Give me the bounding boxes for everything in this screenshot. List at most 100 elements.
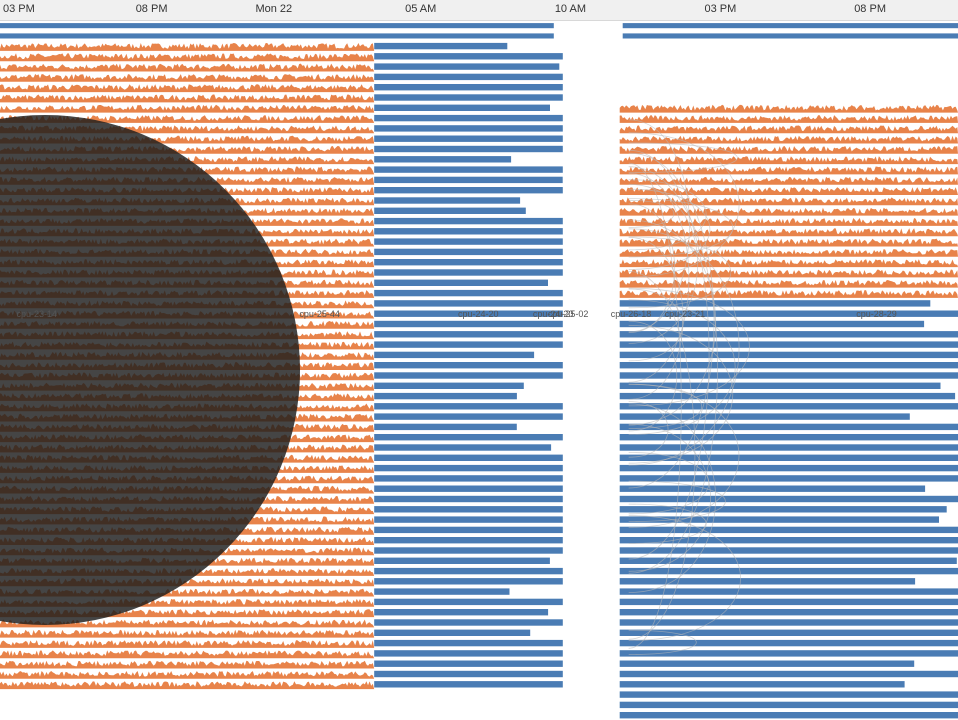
- cpu-annotation: cpu-25-44: [299, 309, 340, 319]
- idle-segment: [374, 413, 563, 420]
- idle-segment: [374, 382, 524, 389]
- time-axis: 03 PM 08 PM Mon 22 05 AM 10 AM 03 PM 08 PM: [0, 0, 958, 21]
- host-row[interactable]: [0, 104, 958, 113]
- idle-segment: [374, 228, 563, 235]
- idle-segment: [374, 125, 563, 132]
- idle-segment: [374, 516, 563, 523]
- host-row[interactable]: [0, 609, 958, 618]
- idle-segment: [619, 691, 958, 698]
- idle-segment: [619, 464, 958, 472]
- idle-segment: [374, 320, 563, 328]
- idle-segment: [374, 197, 521, 204]
- idle-segment: [619, 537, 958, 544]
- idle-segment: [374, 619, 563, 626]
- busy-segment: [0, 629, 375, 638]
- busy-segment: [619, 166, 958, 175]
- idle-segment: [374, 341, 563, 348]
- host-row[interactable]: [619, 712, 958, 719]
- host-row[interactable]: [0, 125, 958, 134]
- busy-segment: [0, 681, 375, 690]
- idle-segment: [374, 434, 563, 441]
- idle-segment: [619, 701, 958, 709]
- host-row[interactable]: [0, 42, 508, 51]
- idle-segment: [374, 279, 548, 286]
- idle-segment: [374, 464, 563, 472]
- idle-segment: [374, 207, 526, 214]
- idle-segment: [374, 598, 563, 606]
- cpu-annotation: cpu-24-20: [458, 309, 499, 319]
- busy-segment: [619, 104, 958, 113]
- idle-segment: [619, 516, 939, 523]
- host-row[interactable]: [0, 53, 563, 62]
- idle-segment: [374, 248, 563, 256]
- host-row[interactable]: [0, 33, 958, 39]
- host-row[interactable]: [0, 650, 958, 659]
- idle-segment: [374, 588, 510, 595]
- idle-segment: [619, 413, 910, 420]
- x-tick-label: 03 PM: [704, 3, 737, 15]
- busy-segment: [619, 146, 958, 154]
- host-row[interactable]: [0, 73, 563, 82]
- host-row[interactable]: [0, 94, 563, 103]
- idle-segment: [619, 609, 958, 616]
- idle-segment: [374, 423, 517, 431]
- idle-segment: [619, 362, 958, 369]
- idle-segment: [374, 495, 563, 503]
- busy-segment: [619, 228, 958, 237]
- idle-segment: [374, 578, 563, 585]
- idle-segment: [374, 526, 563, 534]
- busy-segment: [0, 104, 375, 113]
- host-row[interactable]: [0, 670, 958, 679]
- busy-segment: [0, 640, 375, 648]
- idle-segment: [374, 84, 563, 91]
- idle-segment: [374, 372, 563, 379]
- x-tick-label: 08 PM: [135, 3, 168, 15]
- host-row[interactable]: [0, 23, 958, 29]
- idle-segment: [374, 53, 563, 60]
- host-row[interactable]: [0, 629, 958, 638]
- idle-segment: [374, 289, 563, 297]
- host-row[interactable]: [0, 84, 563, 93]
- idle-segment: [622, 33, 958, 39]
- idle-segment: [374, 73, 563, 81]
- idle-segment: [619, 681, 905, 688]
- host-row[interactable]: [619, 691, 958, 698]
- idle-segment: [374, 217, 563, 225]
- idle-segment: [0, 33, 554, 39]
- host-row[interactable]: [0, 114, 958, 123]
- idle-segment: [374, 94, 563, 101]
- idle-segment: [374, 557, 550, 564]
- idle-segment: [374, 166, 563, 173]
- idle-segment: [374, 650, 563, 657]
- host-row[interactable]: [0, 639, 958, 648]
- idle-segment: [619, 712, 958, 719]
- cpu-annotation: cpu-26-18: [611, 309, 652, 319]
- idle-segment: [619, 639, 958, 647]
- idle-segment: [619, 567, 958, 575]
- idle-segment: [619, 506, 947, 513]
- host-row[interactable]: [0, 619, 958, 628]
- idle-segment: [374, 156, 512, 163]
- busy-segment: [0, 660, 375, 669]
- idle-segment: [374, 114, 563, 122]
- idle-segment: [619, 392, 956, 400]
- host-row[interactable]: [0, 63, 560, 72]
- host-row[interactable]: [0, 681, 905, 690]
- host-row[interactable]: [0, 660, 915, 669]
- idle-segment: [374, 145, 563, 153]
- idle-segment: [374, 135, 563, 142]
- idle-segment: [374, 269, 563, 276]
- idle-segment: [622, 23, 958, 29]
- idle-segment: [374, 547, 563, 554]
- host-row[interactable]: [619, 701, 958, 709]
- idle-segment: [374, 629, 531, 636]
- busy-segment: [619, 259, 958, 268]
- idle-segment: [374, 42, 508, 50]
- idle-segment: [374, 259, 563, 266]
- idle-segment: [374, 485, 563, 492]
- cpu-annotation: cpu-23-14: [17, 309, 58, 319]
- timeline-chart[interactable]: cpu-23-14 cpu-25-44 cpu-24-20 cpu-24-20cpu-…: [0, 20, 958, 720]
- busy-segment: [0, 63, 375, 72]
- idle-segment: [374, 681, 563, 688]
- cpu-annotation: cpu-25-02: [548, 309, 589, 319]
